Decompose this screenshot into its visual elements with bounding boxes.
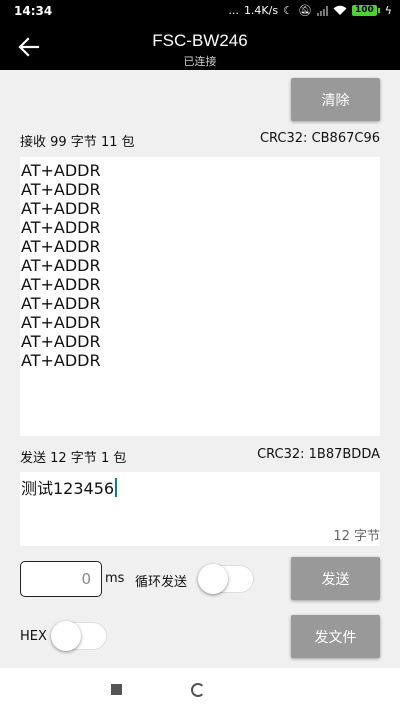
navigation-bar [0,668,400,711]
loop-send-toggle[interactable] [198,564,254,594]
wifi-icon [333,5,347,15]
receive-log[interactable]: AT+ADDR AT+ADDR AT+ADDR AT+ADDR AT+ADDR … [20,157,380,436]
clear-button[interactable]: 清除 [291,78,380,121]
interval-unit: ms [105,571,125,586]
receive-crc: CRC32: CB867C96 [259,131,380,146]
app-bar: FSC-BW246 已连接 [0,24,400,70]
send-summary: 发送 12 字节 1 包 [20,451,127,466]
receive-line: AT+ADDR [21,275,101,294]
receive-summary: 接收 99 字节 11 包 [20,135,135,150]
receive-line: AT+ADDR [21,180,101,199]
status-bar: 14:34 ... 1.4K/s ☾ 🔕︎ 100 ϟ [0,0,400,24]
receive-line: AT+ADDR [21,161,101,180]
receive-line: AT+ADDR [21,199,101,218]
home-icon[interactable] [191,683,205,697]
send-button[interactable]: 发送 [291,557,380,600]
moon-icon: ☾ [283,4,293,17]
receive-line: AT+ADDR [21,351,101,370]
send-crc: CRC32: 1B87BDDA [257,447,380,462]
receive-line: AT+ADDR [21,313,101,332]
hex-toggle[interactable] [51,621,107,651]
status-dots: ... [228,4,239,17]
receive-line: AT+ADDR [21,332,101,351]
receive-line: AT+ADDR [21,256,101,275]
receive-line: AT+ADDR [21,294,101,313]
send-input-value: 测试123456 [21,475,118,499]
connection-status: 已连接 [183,55,217,68]
mute-icon: 🔕︎ [297,4,312,17]
interval-input[interactable]: 0 [20,561,102,597]
charging-icon: ϟ [384,4,392,17]
hex-label: HEX [20,629,47,644]
receive-line: AT+ADDR [21,237,101,256]
battery-level: 100 [351,5,377,16]
status-time: 14:34 [14,4,53,18]
send-input[interactable]: 测试123456 12 字节 [20,472,380,546]
signal-icon [316,5,328,16]
receive-line: AT+ADDR [21,218,101,237]
send-file-button[interactable]: 发文件 [291,615,380,658]
device-title: FSC-BW246 [152,31,248,50]
send-byte-count: 12 字节 [333,529,380,544]
text-caret [115,478,118,497]
recent-apps-icon[interactable] [111,684,122,695]
loop-send-label: 循环发送 [135,575,188,590]
network-speed: 1.4K/s [243,4,279,17]
status-right: ... 1.4K/s ☾ 🔕︎ 100 ϟ [228,4,392,17]
battery-icon: 100 [351,5,380,16]
